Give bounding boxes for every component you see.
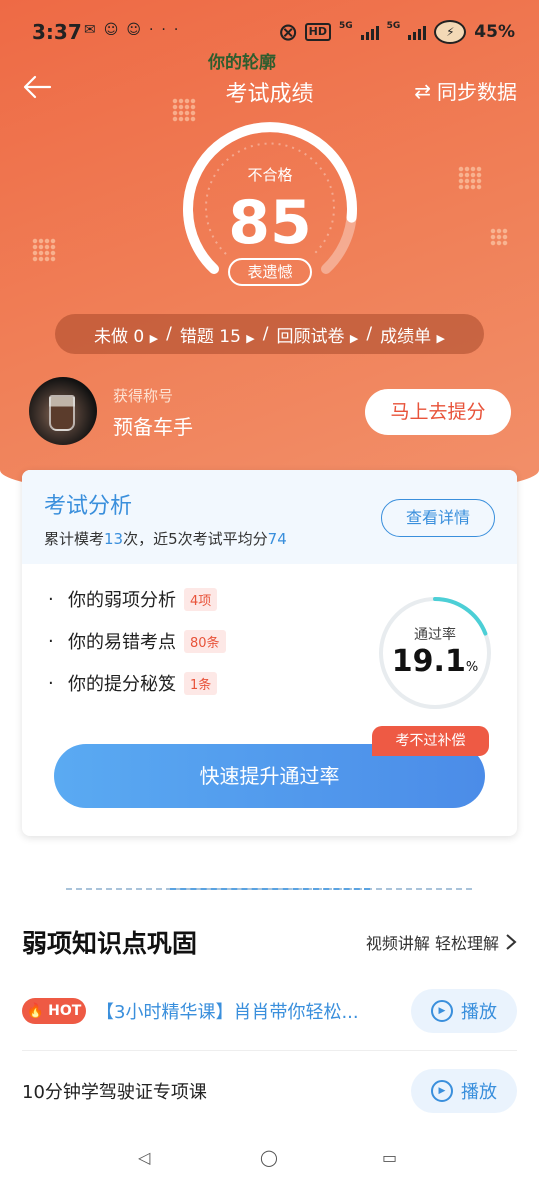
- analysis-summary: 累计模考13次，近5次考试平均分74: [44, 530, 287, 548]
- average-score: 74: [267, 530, 287, 548]
- count-tag: 80条: [184, 629, 226, 653]
- count-tag: 4项: [184, 587, 218, 611]
- pass-rate-value: 19.1%: [391, 644, 479, 679]
- play-icon: ▶: [431, 1080, 453, 1102]
- regret-pill[interactable]: 表遗憾: [228, 258, 312, 286]
- improve-score-button[interactable]: 马上去提分: [365, 389, 511, 435]
- decor-dots: [32, 238, 56, 262]
- bullet: ·: [48, 630, 54, 652]
- section-title: 弱项知识点巩固: [22, 929, 198, 958]
- battery-icon: ⚡: [434, 20, 467, 44]
- view-details-button[interactable]: 查看详情: [381, 499, 495, 537]
- row-divider: [22, 1050, 517, 1051]
- pass-rate-ring: 通过率 19.1%: [378, 596, 492, 710]
- status-right: ⨂ HD 5G 5G ⚡ 45%: [280, 20, 515, 44]
- triangle-right-icon: ▶: [436, 331, 445, 345]
- list-item-tips[interactable]: · 你的提分秘笈 1条: [48, 662, 226, 704]
- separator: /: [166, 324, 172, 344]
- separator: /: [262, 324, 269, 344]
- course-title: 【3小时精华课】肖肖带你轻松...: [96, 1002, 359, 1023]
- avatar[interactable]: [29, 377, 97, 445]
- more-icon: ···: [148, 22, 187, 38]
- bullet: ·: [48, 672, 54, 694]
- quick-links-bar: 未做 0 ▶ / 错题 15 ▶ / 回顾试卷 ▶ / 成绩单 ▶: [55, 314, 484, 354]
- nav-recent-icon[interactable]: ▭: [382, 1148, 397, 1167]
- compensation-badge: 考不过补偿: [372, 726, 489, 756]
- list-item-weak-analysis[interactable]: · 你的弱项分析 4项: [48, 578, 226, 620]
- chevron-right-icon: [506, 934, 517, 950]
- count-tag: 1条: [184, 671, 218, 695]
- nav-bar: 考试成绩 ⇄ 同步数据: [0, 68, 539, 112]
- triangle-right-icon: ▶: [349, 331, 359, 345]
- decor-dots: [458, 166, 482, 190]
- decor-dots: [490, 228, 508, 246]
- course-row[interactable]: 🔥 HOT 【3小时精华课】肖肖带你轻松... ▶ 播放: [22, 989, 517, 1033]
- signal-icon: [408, 24, 427, 40]
- bullet: ·: [48, 588, 54, 610]
- sync-label: 同步数据: [437, 80, 517, 104]
- system-nav-bar: ◁ ◯ ▭: [0, 1148, 539, 1178]
- flame-icon: 🔥: [26, 1003, 45, 1019]
- sync-data-button[interactable]: ⇄ 同步数据: [414, 76, 517, 105]
- triangle-right-icon: ▶: [246, 331, 255, 345]
- app-icon: ✉: [84, 22, 104, 38]
- score-status: 不合格: [247, 166, 293, 184]
- nav-home-icon[interactable]: ◯: [260, 1148, 278, 1167]
- network-label: 5G: [338, 21, 353, 31]
- play-button[interactable]: ▶ 播放: [411, 1069, 517, 1113]
- nav-back-icon[interactable]: ◁: [138, 1148, 150, 1167]
- play-icon: ▶: [431, 1000, 453, 1022]
- analysis-title: 考试分析: [44, 494, 133, 519]
- battery-percent: 45%: [474, 22, 515, 42]
- status-time: 3:37: [32, 20, 82, 44]
- mute-icon: ⨂: [279, 22, 297, 42]
- dashed-divider-accent: [170, 888, 370, 890]
- course-title: 10分钟学驾驶证专项课: [22, 1082, 207, 1103]
- triangle-right-icon: ▶: [149, 331, 159, 345]
- video-explain-link[interactable]: 视频讲解 轻松理解: [366, 930, 517, 954]
- avatar-image: [49, 395, 75, 431]
- course-row[interactable]: 10分钟学驾驶证专项课 ▶ 播放: [22, 1069, 517, 1113]
- score-value: 85: [228, 188, 312, 258]
- app-icon: ☺: [103, 22, 127, 38]
- exam-analysis-card: 考试分析 累计模考13次，近5次考试平均分74 查看详情 · 你的弱项分析 4项…: [22, 470, 517, 836]
- profile-row: 获得称号 预备车手 马上去提分: [29, 377, 511, 447]
- network-label: 5G: [386, 21, 401, 31]
- notification-icons: ✉☺☺···: [84, 22, 186, 38]
- analysis-list: · 你的弱项分析 4项 · 你的易错考点 80条 · 你的提分秘笈 1条: [48, 578, 226, 704]
- app-icon: ☺: [126, 22, 149, 38]
- hd-icon: HD: [304, 23, 331, 41]
- signal-icon: [360, 24, 379, 40]
- separator: /: [366, 324, 373, 344]
- swap-icon: ⇄: [414, 78, 431, 103]
- mock-count: 13: [104, 530, 124, 548]
- title-label: 获得称号: [113, 387, 174, 405]
- pass-rate-label: 通过率: [414, 627, 456, 643]
- play-button[interactable]: ▶ 播放: [411, 989, 517, 1033]
- list-item-error-points[interactable]: · 你的易错考点 80条: [48, 620, 226, 662]
- link-review-paper[interactable]: 回顾试卷 ▶: [277, 322, 359, 347]
- link-report-card[interactable]: 成绩单 ▶: [380, 322, 445, 347]
- hot-badge: 🔥 HOT: [22, 998, 86, 1024]
- analysis-header: 考试分析 累计模考13次，近5次考试平均分74 查看详情: [22, 470, 517, 564]
- link-wrong-questions[interactable]: 错题 15 ▶: [180, 322, 255, 347]
- link-unanswered[interactable]: 未做 0 ▶: [94, 322, 158, 347]
- user-title: 预备车手: [113, 415, 193, 439]
- score-gauge: 不合格 85 表遗憾: [170, 122, 370, 292]
